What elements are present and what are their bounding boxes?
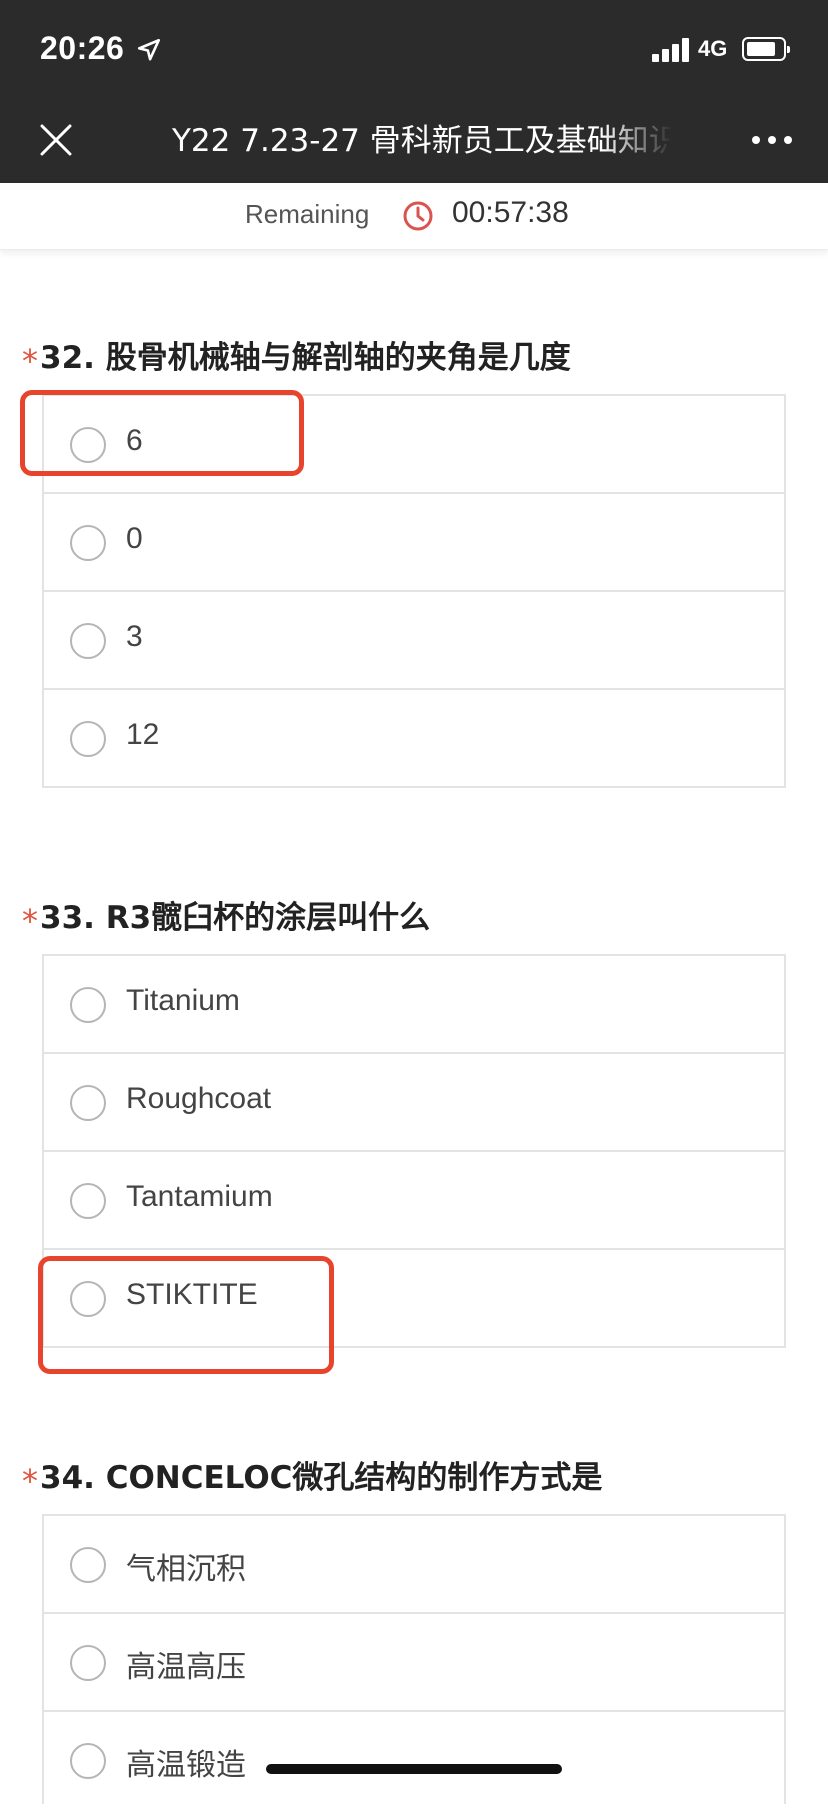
radio-button[interactable]: [70, 721, 106, 757]
option-label: Roughcoat: [126, 1082, 272, 1115]
radio-button[interactable]: [70, 987, 106, 1023]
option-label: 3: [126, 620, 143, 653]
option-label: Titanium: [126, 984, 240, 1017]
home-indicator: [266, 1764, 562, 1774]
question-title: *32. 股骨机械轴与解剖轴的夹角是几度: [22, 332, 571, 380]
network-type: 4G: [698, 36, 728, 61]
option[interactable]: 12: [44, 688, 784, 786]
option[interactable]: 气相沉积: [44, 1516, 784, 1612]
timer-label: Remaining: [245, 199, 370, 229]
question-title: *34. CONCELOC微孔结构的制作方式是: [22, 1452, 602, 1500]
radio-button[interactable]: [70, 1645, 106, 1681]
close-icon[interactable]: [38, 122, 74, 158]
radio-button[interactable]: [70, 1743, 106, 1779]
option-label: 气相沉积: [126, 1553, 246, 1586]
option[interactable]: 0: [44, 492, 784, 590]
cell-signal-icon: [652, 38, 692, 62]
radio-button[interactable]: [70, 1547, 106, 1583]
option[interactable]: 高温锻造: [44, 1710, 784, 1808]
question-text: 32. 股骨机械轴与解剖轴的夹角是几度: [40, 340, 571, 376]
options-list: 6 0 3 12: [42, 394, 786, 788]
option[interactable]: Roughcoat: [44, 1052, 784, 1150]
question-text: 34. CONCELOC微孔结构的制作方式是: [40, 1460, 603, 1496]
required-star: *: [22, 1462, 38, 1500]
app-header: 20:26 4G Y22 7.23-27 骨科新员工及基础知识考试: [0, 0, 828, 183]
options-list: 气相沉积 高温高压 高温锻造: [42, 1514, 786, 1804]
more-dots-icon[interactable]: [748, 128, 796, 152]
option[interactable]: 3: [44, 590, 784, 688]
radio-button[interactable]: [70, 1085, 106, 1121]
option[interactable]: Titanium: [44, 956, 784, 1052]
question-text: 33. R3髋臼杯的涂层叫什么: [40, 900, 431, 936]
radio-button[interactable]: [70, 623, 106, 659]
required-star: *: [22, 902, 38, 940]
radio-button[interactable]: [70, 427, 106, 463]
radio-button[interactable]: [70, 525, 106, 561]
option[interactable]: 6: [44, 396, 784, 492]
status-time: 20:26: [40, 30, 125, 66]
battery-icon: [742, 37, 790, 61]
option[interactable]: STIKTITE: [44, 1248, 784, 1346]
option[interactable]: 高温高压: [44, 1612, 784, 1710]
clock-icon: [403, 201, 433, 231]
location-arrow-icon: [137, 38, 161, 61]
radio-button[interactable]: [70, 1281, 106, 1317]
question-title: *33. R3髋臼杯的涂层叫什么: [22, 892, 430, 940]
option-label: Tantamium: [126, 1180, 273, 1213]
option-label: 12: [126, 718, 160, 751]
required-star: *: [22, 342, 38, 380]
option-label: 6: [126, 424, 143, 457]
timer-bar: Remaining 00:57:38: [0, 169, 828, 250]
option-label: 0: [126, 522, 143, 555]
option[interactable]: Tantamium: [44, 1150, 784, 1248]
option-label: 高温高压: [126, 1651, 246, 1684]
option-label: STIKTITE: [126, 1278, 258, 1311]
options-list: Titanium Roughcoat Tantamium STIKTITE: [42, 954, 786, 1348]
option-label: 高温锻造: [126, 1749, 246, 1782]
radio-button[interactable]: [70, 1183, 106, 1219]
page-title: Y22 7.23-27 骨科新员工及基础知识考试: [172, 123, 672, 159]
timer-value: 00:57:38: [452, 196, 569, 229]
